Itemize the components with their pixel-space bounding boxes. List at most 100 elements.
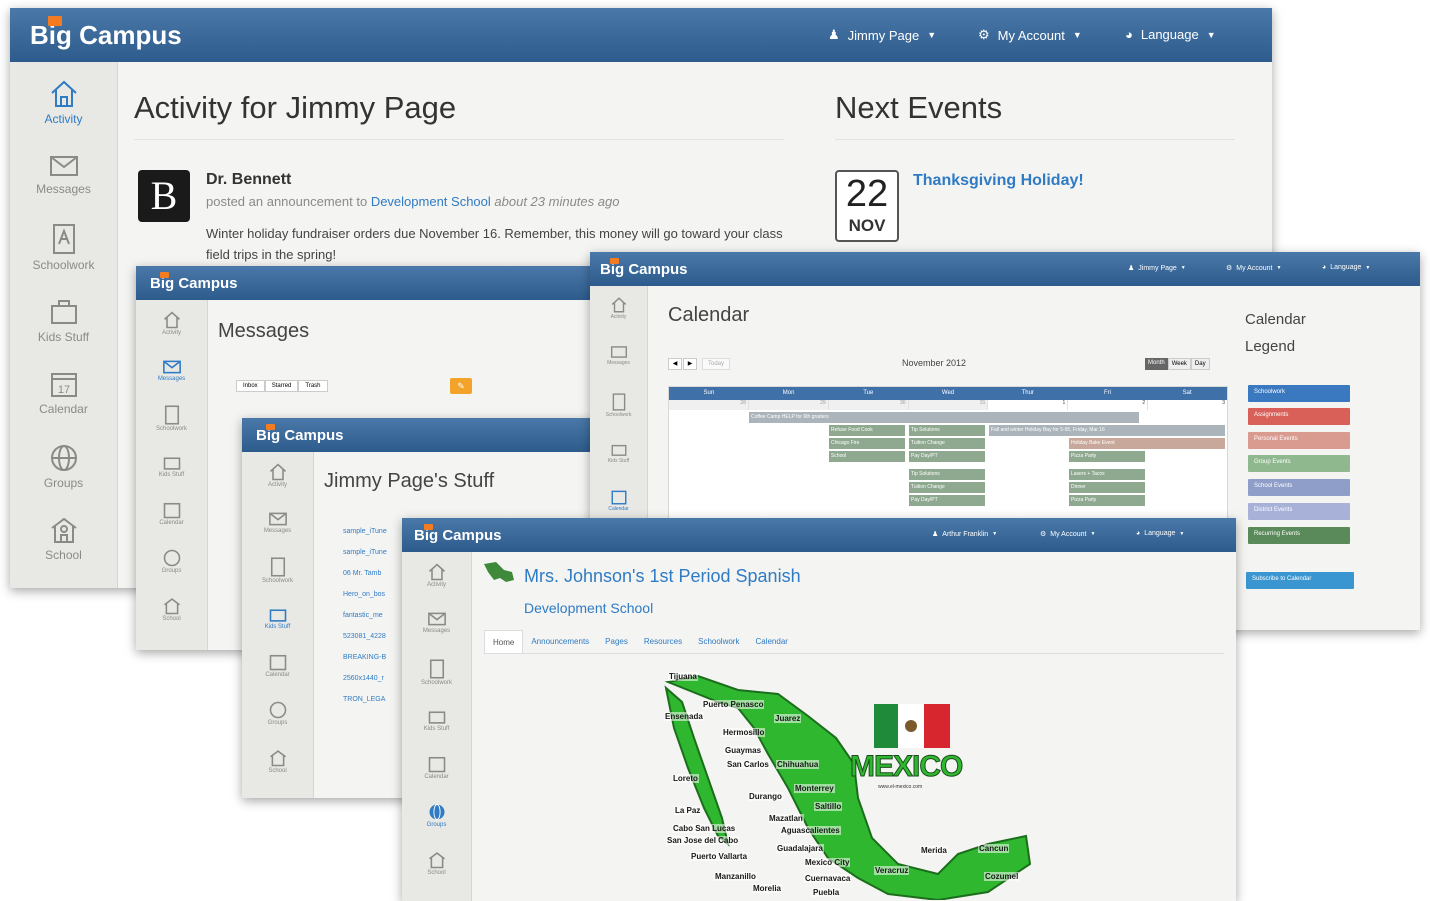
date-cell[interactable]: 3 bbox=[1148, 400, 1227, 410]
legend-chip-group[interactable]: Group Events bbox=[1248, 455, 1350, 472]
post-author[interactable]: Dr. Bennett bbox=[206, 171, 291, 189]
calendar-event[interactable]: Holiday Bake Event bbox=[1069, 438, 1225, 449]
calendar-event[interactable]: Pay Day/PT bbox=[909, 451, 985, 462]
calendar-event[interactable]: Tuition Change bbox=[909, 438, 985, 449]
tab-pages[interactable]: Pages bbox=[597, 630, 636, 653]
legend-chip-recurring[interactable]: Recurring Events bbox=[1248, 527, 1350, 544]
user-menu[interactable]: ♟ Jimmy Page ▼ bbox=[828, 27, 936, 43]
sidebar-item-kids-stuff[interactable]: Kids Stuff bbox=[402, 706, 471, 732]
sidebar-item-activity[interactable]: Activity bbox=[242, 462, 313, 488]
sidebar-item-school[interactable]: School bbox=[402, 850, 471, 876]
file-link[interactable]: sample_iTune bbox=[343, 528, 387, 535]
date-cell[interactable]: 31 bbox=[908, 400, 989, 410]
legend-chip-assignments[interactable]: Assignments bbox=[1248, 408, 1350, 425]
calendar-event[interactable]: Coffee Camp HELP for 6th graders bbox=[749, 412, 1139, 423]
prev-month-button[interactable]: ◀ bbox=[668, 358, 682, 370]
sidebar-item-schoolwork[interactable]: Schoolwork bbox=[242, 556, 313, 584]
calendar-event[interactable]: Pizza Party bbox=[1069, 495, 1145, 506]
date-cell[interactable]: 2 bbox=[1068, 400, 1149, 410]
language-menu[interactable]: ◕ Language ▼ bbox=[1125, 27, 1216, 42]
date-cell[interactable]: 28 bbox=[669, 400, 749, 410]
tab-announcements[interactable]: Announcements bbox=[523, 630, 597, 653]
sidebar-item-messages[interactable]: Messages bbox=[402, 610, 471, 634]
tab-resources[interactable]: Resources bbox=[636, 630, 690, 653]
post-meta-link[interactable]: Development School bbox=[371, 194, 491, 209]
file-link[interactable]: 2560x1440_r bbox=[343, 675, 384, 682]
group-school-link[interactable]: Development School bbox=[524, 600, 653, 616]
sidebar-item-school[interactable]: School bbox=[242, 748, 313, 774]
file-link[interactable]: fantastic_me bbox=[343, 612, 383, 619]
sidebar-item-calendar[interactable]: Calendar bbox=[402, 754, 471, 780]
tab-schoolwork[interactable]: Schoolwork bbox=[690, 630, 747, 653]
view-week-button[interactable]: Week bbox=[1167, 358, 1191, 370]
tab-calendar[interactable]: Calendar bbox=[747, 630, 795, 653]
calendar-event[interactable]: Fall and winter Holiday Bay for 5-95, Fr… bbox=[989, 425, 1225, 436]
sidebar-item-school[interactable]: School bbox=[136, 596, 207, 622]
sidebar-item-calendar[interactable]: Calendar bbox=[590, 488, 647, 512]
sidebar-item-kids-stuff[interactable]: Kids Stuff bbox=[10, 296, 117, 344]
legend-chip-district[interactable]: District Events bbox=[1248, 503, 1350, 520]
user-menu[interactable]: ♟ Jimmy Page ▼ bbox=[1128, 264, 1186, 273]
sidebar-item-messages[interactable]: Messages bbox=[242, 510, 313, 534]
today-button[interactable]: Today bbox=[702, 358, 731, 370]
brand-logo[interactable]: Big Campus bbox=[30, 16, 182, 51]
brand-logo[interactable]: Big Campus bbox=[150, 272, 238, 292]
file-link[interactable]: BREAKING-B bbox=[343, 654, 386, 661]
legend-chip-personal[interactable]: Personal Events bbox=[1248, 432, 1350, 449]
sidebar-item-schoolwork[interactable]: Schoolwork bbox=[402, 658, 471, 686]
sidebar-item-activity[interactable]: Activity bbox=[402, 562, 471, 588]
tab-home[interactable]: Home bbox=[484, 630, 524, 653]
legend-chip-schoolwork[interactable]: Schoolwork bbox=[1248, 385, 1350, 402]
calendar-event[interactable]: Tuition Change bbox=[909, 482, 985, 493]
calendar-event[interactable]: Chicago Fire bbox=[829, 438, 905, 449]
sidebar-item-messages[interactable]: Messages bbox=[590, 344, 647, 366]
calendar-event[interactable]: Dinner bbox=[1069, 482, 1145, 493]
sidebar-item-school[interactable]: School bbox=[10, 514, 117, 562]
language-menu[interactable]: ◕ Language ▼ bbox=[1136, 530, 1184, 537]
calendar-event[interactable]: Pay Day/PT bbox=[909, 495, 985, 506]
sidebar-item-messages[interactable]: Messages bbox=[136, 358, 207, 382]
sidebar-item-groups[interactable]: Groups bbox=[136, 548, 207, 574]
tab-starred[interactable]: Starred bbox=[264, 380, 299, 392]
account-menu[interactable]: ⚙ My Account ▼ bbox=[1226, 264, 1281, 273]
brand-logo[interactable]: Big Campus bbox=[600, 258, 688, 278]
user-menu[interactable]: ♟ Arthur Franklin ▼ bbox=[932, 530, 997, 539]
file-link[interactable]: 06 Mr. Tamb bbox=[343, 570, 381, 577]
date-cell[interactable]: 1 bbox=[988, 400, 1069, 410]
tab-inbox[interactable]: Inbox bbox=[236, 380, 265, 392]
view-month-button[interactable]: Month bbox=[1145, 358, 1168, 370]
language-menu[interactable]: ◕ Language ▼ bbox=[1322, 264, 1370, 271]
calendar-event[interactable]: School bbox=[829, 451, 905, 462]
avatar[interactable]: B bbox=[138, 170, 190, 222]
sidebar-item-schoolwork[interactable]: Schoolwork bbox=[10, 222, 117, 272]
tab-trash[interactable]: Trash bbox=[298, 380, 328, 392]
brand-logo[interactable]: Big Campus bbox=[414, 524, 502, 544]
file-link[interactable]: Hero_on_bos bbox=[343, 591, 385, 598]
view-day-button[interactable]: Day bbox=[1190, 358, 1210, 370]
sidebar-item-calendar[interactable]: Calendar bbox=[242, 652, 313, 678]
subscribe-calendar-button[interactable]: Subscribe to Calendar bbox=[1246, 572, 1354, 589]
date-cell[interactable]: 30 bbox=[828, 400, 909, 410]
calendar-event[interactable]: Tip Solutions bbox=[909, 469, 985, 480]
sidebar-item-kids-stuff[interactable]: Kids Stuff bbox=[136, 452, 207, 478]
brand-logo[interactable]: Big Campus bbox=[256, 424, 344, 444]
calendar-event[interactable]: Pizza Party bbox=[1069, 451, 1145, 462]
sidebar-item-groups[interactable]: Groups bbox=[242, 700, 313, 726]
next-month-button[interactable]: ▶ bbox=[683, 358, 697, 370]
sidebar-item-messages[interactable]: Messages bbox=[10, 152, 117, 196]
sidebar-item-kids-stuff[interactable]: Kids Stuff bbox=[590, 440, 647, 464]
calendar-event[interactable]: Lasers + Tacos bbox=[1069, 469, 1145, 480]
event-link[interactable]: Thanksgiving Holiday! bbox=[913, 172, 1084, 190]
calendar-event[interactable]: Tip Solutions bbox=[909, 425, 985, 436]
sidebar-item-schoolwork[interactable]: Schoolwork bbox=[136, 404, 207, 432]
legend-chip-school[interactable]: School Events bbox=[1248, 479, 1350, 496]
sidebar-item-activity[interactable]: Activity bbox=[10, 78, 117, 126]
sidebar-item-activity[interactable]: Activity bbox=[136, 310, 207, 336]
sidebar-item-groups[interactable]: Groups bbox=[10, 442, 117, 490]
sidebar-item-activity[interactable]: Activity bbox=[590, 296, 647, 320]
sidebar-item-groups[interactable]: Groups bbox=[402, 802, 471, 828]
calendar-event[interactable]: Refuse Food Cook bbox=[829, 425, 905, 436]
file-link[interactable]: 523081_4228 bbox=[343, 633, 386, 640]
account-menu[interactable]: ⚙ My Account ▼ bbox=[1040, 530, 1095, 539]
sidebar-item-schoolwork[interactable]: Schoolwork bbox=[590, 392, 647, 418]
